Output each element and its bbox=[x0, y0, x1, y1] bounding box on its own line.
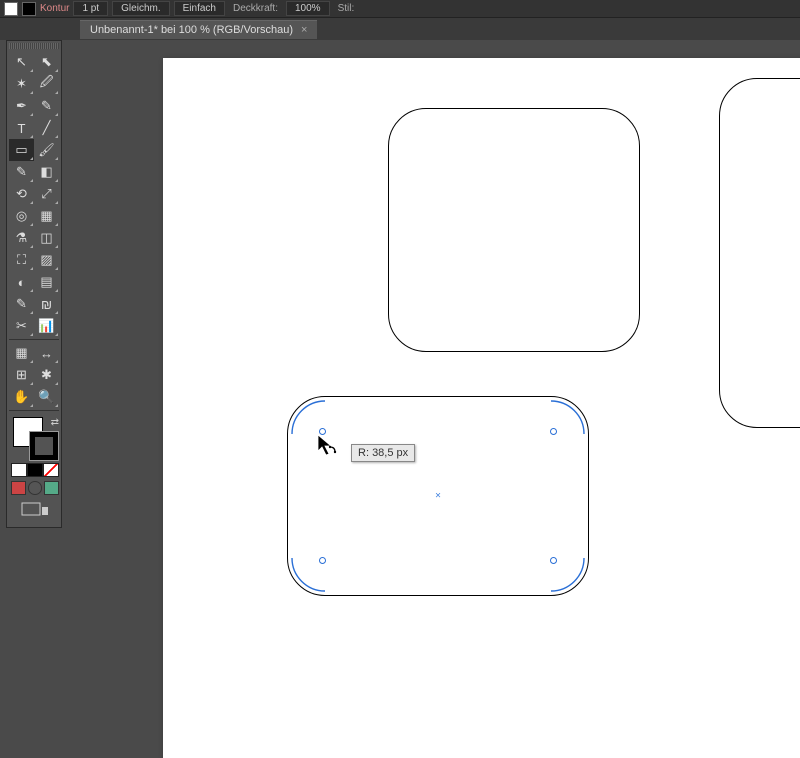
center-point-icon: × bbox=[435, 491, 441, 502]
zoom-tool[interactable]: 🔍 bbox=[34, 386, 59, 408]
profile-dropdown[interactable]: Gleichm. bbox=[112, 1, 169, 16]
style-label: Stil: bbox=[334, 3, 359, 14]
draw-normal-mode[interactable] bbox=[11, 481, 26, 495]
rounded-rectangle-selected[interactable]: × bbox=[287, 396, 589, 596]
pen-tool[interactable]: ✒ bbox=[9, 95, 34, 117]
fill-stroke-control[interactable]: ⇄ bbox=[11, 417, 61, 461]
tooltip-value: 38,5 px bbox=[372, 447, 408, 459]
stroke-weight-dropdown[interactable]: 1 pt bbox=[73, 1, 108, 16]
draw-behind-mode[interactable] bbox=[28, 481, 43, 495]
rotate-tool[interactable]: ⟲ bbox=[9, 183, 34, 205]
rectangle-tool[interactable]: ▭ bbox=[9, 139, 34, 161]
corner-radius-handle-br[interactable] bbox=[551, 558, 585, 592]
perspective-grid-tool[interactable]: ◫ bbox=[34, 227, 59, 249]
type-tool[interactable]: T bbox=[9, 117, 34, 139]
scale-tool[interactable]: ⤢ bbox=[34, 183, 59, 205]
move-tool[interactable]: ↔ bbox=[34, 342, 59, 364]
document-tab-title: Unbenannt-1* bei 100 % (RGB/Vorschau) bbox=[90, 24, 293, 36]
corner-handle-icon[interactable] bbox=[550, 557, 557, 564]
screen-mode-button[interactable] bbox=[11, 499, 59, 521]
stroke-swatch[interactable] bbox=[22, 2, 36, 16]
lasso-tool[interactable]: 🖉 bbox=[34, 73, 59, 95]
color-mode-solid[interactable] bbox=[11, 463, 27, 477]
width-tool[interactable]: ◎ bbox=[9, 205, 34, 227]
corner-handle-icon[interactable] bbox=[319, 557, 326, 564]
direct-selection-tool[interactable]: ⬉ bbox=[34, 51, 59, 73]
kontur-label: Kontur bbox=[40, 3, 69, 14]
opacity-dropdown[interactable]: 100% bbox=[286, 1, 330, 16]
print-tiling-tool[interactable]: ✱ bbox=[34, 364, 59, 386]
symbol-sprayer-tool[interactable]: ✎ bbox=[9, 293, 34, 315]
gradient-tool[interactable]: ▨ bbox=[34, 249, 59, 271]
radius-tooltip: R: 38,5 px bbox=[351, 444, 415, 462]
rounded-rectangle-2[interactable] bbox=[719, 78, 800, 428]
options-bar: Kontur 1 pt Gleichm. Einfach Deckkraft: … bbox=[0, 0, 800, 18]
corner-radius-handle-tr[interactable] bbox=[551, 400, 585, 434]
crop-tool[interactable]: ⊞ bbox=[9, 364, 34, 386]
close-tab-icon[interactable]: × bbox=[301, 24, 307, 36]
opacity-label: Deckkraft: bbox=[229, 3, 282, 14]
corner-radius-handle-bl[interactable] bbox=[291, 558, 325, 592]
fill-swatch[interactable] bbox=[4, 2, 18, 16]
corner-handle-icon[interactable] bbox=[319, 428, 326, 435]
blend-tool[interactable]: ▤ bbox=[34, 271, 59, 293]
brush-dropdown[interactable]: Einfach bbox=[174, 1, 225, 16]
pencil-tool[interactable]: ✎ bbox=[9, 161, 34, 183]
document-tab-bar: Unbenannt-1* bei 100 % (RGB/Vorschau) × bbox=[0, 18, 800, 40]
rounded-rectangle-1[interactable] bbox=[388, 108, 640, 352]
selection-tool[interactable]: ↖ bbox=[9, 51, 34, 73]
stroke-color-swatch[interactable] bbox=[29, 431, 59, 461]
free-transform-tool[interactable]: ▦ bbox=[34, 205, 59, 227]
paintbrush-tool[interactable]: 🖌 bbox=[34, 139, 59, 161]
corner-radius-handle-tl[interactable] bbox=[291, 400, 325, 434]
slice-tool[interactable]: ✂ bbox=[9, 315, 34, 337]
swap-fill-stroke-icon[interactable]: ⇄ bbox=[51, 417, 59, 428]
canvas-viewport[interactable]: × R: 38,5 px bbox=[78, 40, 800, 600]
line-segment-tool[interactable]: ╱ bbox=[34, 117, 59, 139]
magic-wand-tool[interactable]: ✶ bbox=[9, 73, 34, 95]
corner-handle-icon[interactable] bbox=[550, 428, 557, 435]
panel-drag-handle[interactable] bbox=[9, 43, 59, 49]
document-tab[interactable]: Unbenannt-1* bei 100 % (RGB/Vorschau) × bbox=[80, 20, 317, 39]
grid-tool[interactable]: ▦ bbox=[9, 342, 34, 364]
tooltip-label: R: bbox=[358, 447, 369, 459]
tools-panel: ↖ ⬉ ✶ 🖉 ✒ ✎ T ╱ ▭ 🖌 ✎ ◧ ⟲ ⤢ ◎ ▦ ⚗ ◫ ⛶ ▨ … bbox=[6, 40, 62, 528]
eyedropper-tool[interactable]: ◐ bbox=[9, 271, 34, 293]
hand-tool[interactable]: ✋ bbox=[9, 386, 34, 408]
shape-builder-tool[interactable]: ⚗ bbox=[9, 227, 34, 249]
eraser-tool[interactable]: ◧ bbox=[34, 161, 59, 183]
artboard[interactable]: × R: 38,5 px bbox=[163, 58, 800, 758]
draw-inside-mode[interactable] bbox=[44, 481, 59, 495]
curvature-tool[interactable]: ✎ bbox=[34, 95, 59, 117]
mesh-tool[interactable]: ⛶ bbox=[9, 249, 34, 271]
column-graph-tool[interactable]: ₪ bbox=[34, 293, 59, 315]
artboard-tool[interactable]: 📊 bbox=[34, 315, 59, 337]
color-mode-gradient[interactable] bbox=[27, 463, 43, 477]
color-mode-none[interactable] bbox=[43, 463, 59, 477]
